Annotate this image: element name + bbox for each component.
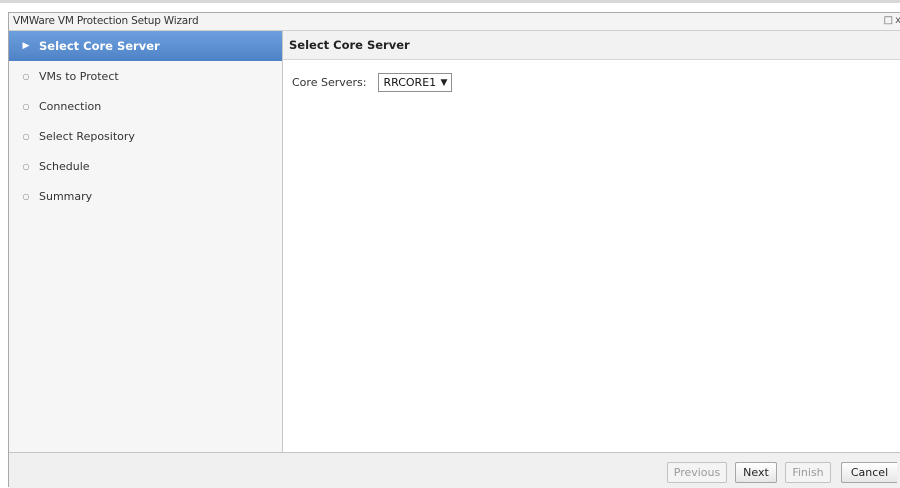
wizard-steps-sidebar: ▶ Select Core Server ○ VMs to Protect ○ … [9,31,283,452]
step-schedule[interactable]: ○ Schedule [9,151,282,181]
step-select-repository[interactable]: ○ Select Repository [9,121,282,151]
step-bullet-icon: ○ [22,131,30,141]
maximize-icon[interactable]: □ [884,15,893,26]
step-label: Select Repository [39,129,135,143]
step-bullet-icon: ○ [22,101,30,111]
core-servers-row: Core Servers: RRCORE1 ▼ [292,73,453,92]
chevron-down-icon[interactable]: ▼ [441,78,448,88]
step-select-core-server[interactable]: ▶ Select Core Server [9,31,282,61]
previous-button[interactable]: Previous [667,462,727,483]
core-servers-value: RRCORE1 [383,76,437,89]
step-label: VMs to Protect [39,69,119,83]
step-connection[interactable]: ○ Connection [9,91,282,121]
next-button[interactable]: Next [735,462,777,483]
finish-button[interactable]: Finish [785,462,831,483]
step-summary[interactable]: ○ Summary [9,181,282,211]
step-label: Connection [39,99,102,113]
close-icon[interactable]: x [895,15,900,26]
cancel-button[interactable]: Cancel [841,462,897,483]
content-title: Select Core Server [283,31,900,60]
core-servers-label: Core Servers: [292,76,367,89]
step-bullet-icon: ○ [22,191,30,201]
step-vms-to-protect[interactable]: ○ VMs to Protect [9,61,282,91]
step-label: Schedule [39,159,90,173]
step-label: Select Core Server [39,39,160,53]
step-bullet-icon: ○ [22,161,30,171]
step-bullet-icon: ○ [22,71,30,81]
top-border [0,0,900,3]
step-label: Summary [39,189,93,203]
core-servers-select[interactable]: RRCORE1 ▼ [378,73,453,92]
wizard-footer: Previous Next Finish Cancel [9,452,900,488]
window-title: VMWare VM Protection Setup Wizard [13,15,199,27]
current-step-arrow-icon: ▶ [22,41,30,51]
wizard-window: VMWare VM Protection Setup Wizard □ x ▶ S… [8,12,900,488]
wizard-content: Select Core Server Core Servers: RRCORE1… [283,31,900,452]
window-controls: □ x [882,15,900,26]
window-titlebar: VMWare VM Protection Setup Wizard □ x [9,13,900,31]
